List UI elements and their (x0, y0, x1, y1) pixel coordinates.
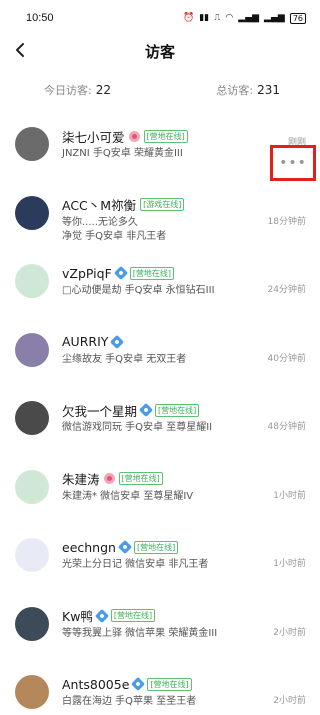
visitor-name[interactable]: ACC丶M祢衡 (62, 195, 136, 214)
name-line: 柒七小可爱 [营地在线] (62, 127, 188, 145)
name-line: ACC丶M祢衡 [游戏在线] (62, 195, 185, 214)
male-icon (110, 334, 125, 349)
alarm-icon: ⏰ (182, 12, 195, 23)
online-status-badge: [营地在线] (143, 129, 188, 143)
visitor-row[interactable]: vZpPiqF [营地在线] □心动便是劫 手Q安卓 永恒钻石III 24分钟前 (0, 258, 320, 327)
visitor-row[interactable]: Ants8005e [营地在线] 白露在海边 手Q苹果 至圣王者 2小时前 (0, 669, 320, 715)
visitor-stats: 今日访客: 22 总访客: 231 (0, 66, 320, 114)
total-visitors: 总访客: 231 (216, 82, 280, 98)
signal-bars-2-icon: ▂▄▆ (264, 12, 285, 23)
visitor-name[interactable]: Kw鸭 (62, 606, 93, 625)
visitor-row[interactable]: eechngn [营地在线] 光荣上分日记 微信安卓 非凡王者 1小时前 (0, 532, 320, 601)
total-visitors-count: 231 (257, 83, 280, 97)
online-status-badge: [游戏在线] (140, 198, 185, 211)
name-line: Kw鸭 [营地在线] (62, 606, 156, 625)
chevron-left-icon (16, 43, 24, 57)
avatar[interactable] (15, 538, 49, 572)
visitor-name[interactable]: 柒七小可爱 (62, 127, 125, 146)
visitor-name[interactable]: 欠我一个星期 (62, 401, 137, 420)
visitor-info: 尘缘故友 手Q安卓 无双王者 (62, 353, 187, 365)
signal-icon: ▮▮ (199, 12, 210, 23)
visit-time: 24分钟前 (267, 285, 306, 295)
wifi-icon: ◠ (225, 12, 234, 23)
female-icon (128, 130, 140, 142)
vibrate-icon: ⎍ (214, 12, 221, 23)
name-line: 欠我一个星期 [营地在线] (62, 401, 200, 420)
female-icon (103, 473, 115, 484)
visit-time: 48分钟前 (267, 422, 306, 432)
visitor-name[interactable]: AURRIY (62, 334, 108, 349)
avatar[interactable] (15, 264, 49, 298)
visitor-info: □心动便是劫 手Q安卓 永恒钻石III (62, 285, 215, 296)
signal-bars-icon: ▂▄▆ (238, 12, 260, 23)
back-button[interactable] (8, 38, 32, 62)
visitor-info: 等你.....无论多久 (62, 216, 138, 228)
visit-time: 1小时前 (273, 490, 306, 501)
male-icon (117, 539, 133, 555)
today-visitors-label: 今日访客: (44, 84, 92, 97)
status-bar: 10:50 ⏰ ▮▮ ⎍ ◠ ▂▄▆ ▂▄▆ 76 (0, 0, 320, 36)
visitor-info-secondary: 净觉 手Q安卓 非凡王者 (62, 230, 167, 242)
status-icons: ⏰ ▮▮ ⎍ ◠ ▂▄▆ ▂▄▆ 76 (182, 12, 306, 24)
visitor-row[interactable]: 欠我一个星期 [营地在线] 微信游戏同玩 手Q安卓 至尊星耀II 48分钟前 (0, 395, 320, 464)
name-line: vZpPiqF [营地在线] (62, 264, 175, 282)
name-line: 朱建涛 [营地在线] (62, 470, 163, 488)
total-visitors-label: 总访客: (216, 84, 254, 97)
name-line: AURRIY (62, 333, 125, 351)
online-status-badge: [营地在线] (110, 609, 156, 622)
visitor-name[interactable]: vZpPiqF (62, 266, 112, 281)
battery-indicator: 76 (289, 12, 306, 24)
today-visitors: 今日访客: 22 (44, 82, 111, 98)
visitor-info: 等等我翼上驿 微信苹果 荣耀黄金III (62, 627, 218, 639)
avatar[interactable] (15, 195, 49, 230)
visitor-info: 微信游戏同玩 手Q安卓 至尊星耀II (62, 422, 213, 433)
avatar[interactable] (15, 675, 49, 709)
avatar[interactable] (15, 127, 49, 161)
visitor-row[interactable]: Kw鸭 [营地在线] 等等我翼上驿 微信苹果 荣耀黄金III 2小时前 (0, 601, 320, 670)
visitor-row[interactable]: ACC丶M祢衡 [游戏在线] 等你.....无论多久 净觉 手Q安卓 非凡王者 18分钟… (0, 190, 320, 259)
visitor-row[interactable]: 朱建涛 [营地在线] 朱建涛* 微信安卓 至尊星耀IV 1小时前 (0, 464, 320, 533)
male-icon (113, 265, 128, 281)
male-icon (94, 608, 109, 623)
today-visitors-count: 22 (95, 83, 111, 97)
visitor-name[interactable]: Ants8005e (62, 677, 129, 692)
status-time: 10:50 (26, 12, 54, 24)
visitor-row[interactable]: AURRIY 尘缘故友 手Q安卓 无双王者 40分钟前 (0, 327, 320, 396)
visitor-name[interactable]: eechngn (62, 540, 116, 555)
visit-time: 1小时前 (273, 559, 306, 569)
visitor-list: 柒七小可爱 [营地在线] JNZNI 手Q安卓 荣耀黄金III 刚刚 ACC丶M祢衡 [游… (0, 121, 320, 715)
name-line: eechngn [营地在线] (62, 538, 179, 556)
online-status-badge: [营地在线] (133, 540, 179, 554)
name-line: Ants8005e [营地在线] (62, 675, 192, 693)
visit-time: 18分钟前 (267, 216, 306, 227)
visitor-info: JNZNI 手Q安卓 荣耀黄金III (62, 148, 183, 159)
online-status-badge: [营地在线] (129, 266, 175, 280)
avatar[interactable] (15, 401, 49, 435)
male-icon (131, 676, 146, 692)
visitor-name[interactable]: 朱建涛 (62, 469, 100, 488)
avatar[interactable] (15, 606, 49, 641)
visit-time: 40分钟前 (267, 353, 306, 364)
online-status-badge: [营地在线] (155, 403, 200, 417)
visit-time: 2小时前 (273, 627, 306, 638)
header: 访客 (0, 36, 320, 66)
avatar[interactable] (15, 469, 49, 504)
avatar[interactable] (15, 332, 49, 367)
online-status-badge: [营地在线] (118, 472, 163, 485)
male-icon (138, 402, 154, 418)
more-options-button[interactable]: ••• (270, 145, 316, 181)
visitor-info: 白露在海边 手Q苹果 至圣王者 (62, 696, 197, 707)
more-dots-icon: ••• (279, 155, 307, 171)
visitor-info: 朱建涛* 微信安卓 至尊星耀IV (62, 490, 194, 502)
visitor-info: 光荣上分日记 微信安卓 非凡王者 (62, 559, 209, 570)
online-status-badge: [营地在线] (147, 677, 192, 691)
visit-time: 2小时前 (273, 696, 306, 706)
page-title: 访客 (144, 42, 175, 61)
